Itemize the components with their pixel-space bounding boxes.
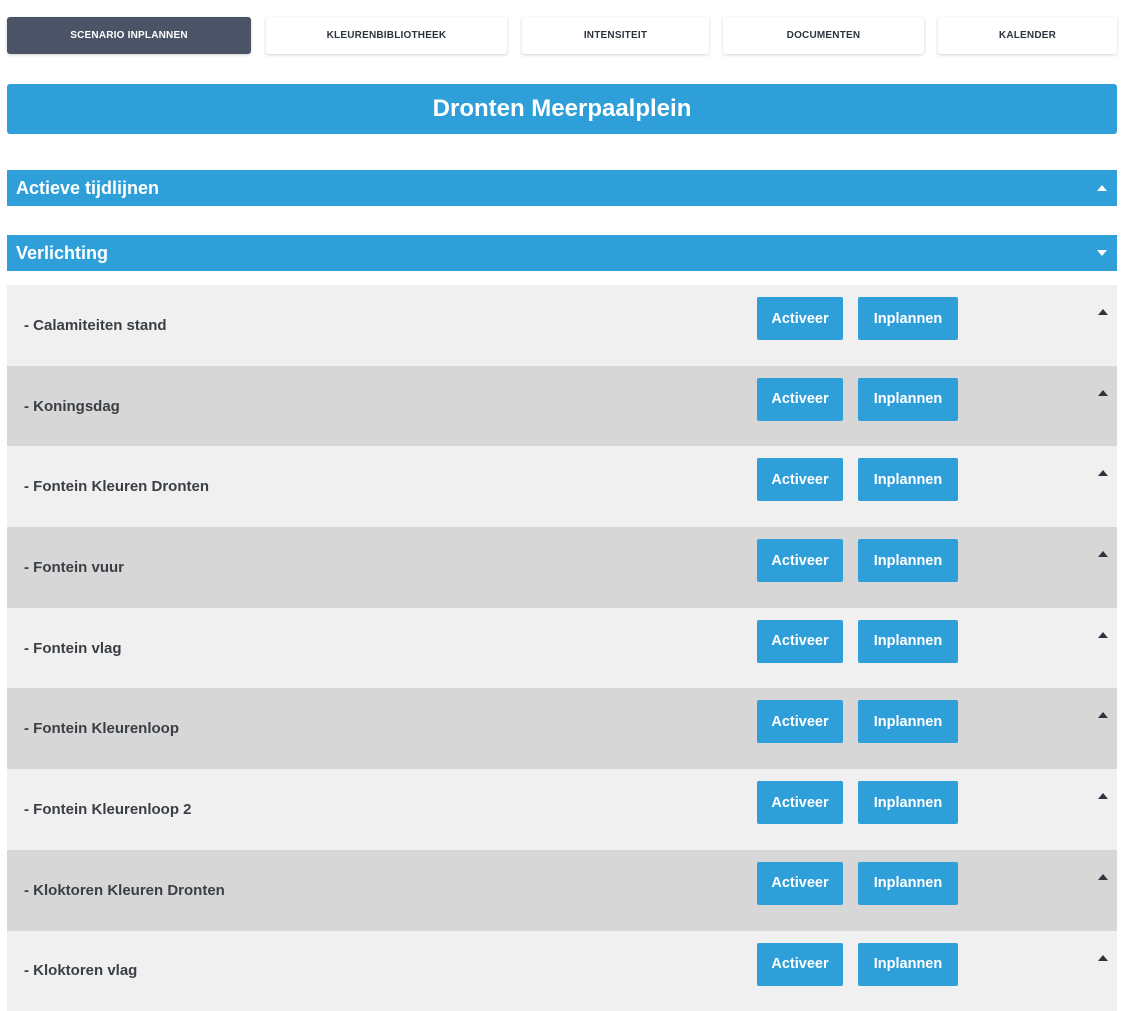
- caret-up-icon[interactable]: [1098, 632, 1108, 638]
- scenario-label: - Kloktoren vlag: [24, 962, 137, 979]
- scenario-row-kloktoren-kleuren-dronten: - Kloktoren Kleuren Dronten Activeer Inp…: [7, 850, 1117, 931]
- scenario-label: - Fontein Kleurenloop: [24, 720, 179, 737]
- activate-button[interactable]: Activeer: [757, 297, 843, 340]
- scenario-row-koningsdag: - Koningsdag Activeer Inplannen: [7, 366, 1117, 447]
- scenario-label: - Fontein vuur: [24, 559, 124, 576]
- scenario-row-calamiteiten-stand: - Calamiteiten stand Activeer Inplannen: [7, 285, 1117, 366]
- activate-button[interactable]: Activeer: [757, 539, 843, 582]
- section-lighting-label: Verlichting: [16, 243, 108, 264]
- activate-button[interactable]: Activeer: [757, 943, 843, 986]
- tab-documenten[interactable]: DOCUMENTEN: [723, 17, 924, 54]
- schedule-button[interactable]: Inplannen: [858, 862, 958, 905]
- activate-button[interactable]: Activeer: [757, 700, 843, 743]
- schedule-button[interactable]: Inplannen: [858, 943, 958, 986]
- scenario-label: - Fontein Kleurenloop 2: [24, 801, 192, 818]
- scenario-row-kloktoren-vlag: - Kloktoren vlag Activeer Inplannen: [7, 931, 1117, 1011]
- page-title: Dronten Meerpaalplein: [7, 84, 1117, 134]
- schedule-button[interactable]: Inplannen: [858, 620, 958, 663]
- scenario-label: - Kloktoren Kleuren Dronten: [24, 882, 225, 899]
- schedule-button[interactable]: Inplannen: [858, 700, 958, 743]
- scenario-row-fontein-kleurenloop: - Fontein Kleurenloop Activeer Inplannen: [7, 688, 1117, 769]
- caret-up-icon[interactable]: [1098, 874, 1108, 880]
- scenario-label: - Koningsdag: [24, 398, 120, 415]
- caret-up-icon[interactable]: [1098, 470, 1108, 476]
- section-active-timelines[interactable]: Actieve tijdlijnen: [7, 170, 1117, 206]
- schedule-button[interactable]: Inplannen: [858, 539, 958, 582]
- caret-up-icon[interactable]: [1098, 551, 1108, 557]
- activate-button[interactable]: Activeer: [757, 781, 843, 824]
- caret-up-icon[interactable]: [1098, 712, 1108, 718]
- schedule-button[interactable]: Inplannen: [858, 458, 958, 501]
- tab-scenario-inplannen[interactable]: SCENARIO INPLANNEN: [7, 17, 251, 54]
- caret-up-icon[interactable]: [1098, 793, 1108, 799]
- scenario-list: - Calamiteiten stand Activeer Inplannen …: [7, 285, 1117, 1011]
- caret-up-icon[interactable]: [1098, 955, 1108, 961]
- caret-up-icon[interactable]: [1098, 390, 1108, 396]
- scenario-row-fontein-vlag: - Fontein vlag Activeer Inplannen: [7, 608, 1117, 689]
- section-active-timelines-label: Actieve tijdlijnen: [16, 178, 159, 199]
- tab-kalender[interactable]: KALENDER: [938, 17, 1117, 54]
- scenario-row-fontein-vuur: - Fontein vuur Activeer Inplannen: [7, 527, 1117, 608]
- schedule-button[interactable]: Inplannen: [858, 781, 958, 824]
- schedule-button[interactable]: Inplannen: [858, 378, 958, 421]
- caret-up-icon[interactable]: [1098, 309, 1108, 315]
- activate-button[interactable]: Activeer: [757, 378, 843, 421]
- caret-up-icon[interactable]: [1097, 185, 1107, 191]
- scenario-label: - Fontein Kleuren Dronten: [24, 478, 209, 495]
- tab-intensiteit[interactable]: INTENSITEIT: [522, 17, 709, 54]
- schedule-button[interactable]: Inplannen: [858, 297, 958, 340]
- section-lighting[interactable]: Verlichting: [7, 235, 1117, 271]
- tab-bar: SCENARIO INPLANNEN KLEURENBIBLIOTHEEK IN…: [0, 0, 1123, 70]
- scenario-row-fontein-kleuren-dronten: - Fontein Kleuren Dronten Activeer Inpla…: [7, 446, 1117, 527]
- tab-kleurenbibliotheek[interactable]: KLEURENBIBLIOTHEEK: [266, 17, 507, 54]
- activate-button[interactable]: Activeer: [757, 862, 843, 905]
- scenario-label: - Calamiteiten stand: [24, 317, 167, 334]
- activate-button[interactable]: Activeer: [757, 458, 843, 501]
- activate-button[interactable]: Activeer: [757, 620, 843, 663]
- scenario-label: - Fontein vlag: [24, 640, 122, 657]
- caret-down-icon[interactable]: [1097, 250, 1107, 256]
- scenario-row-fontein-kleurenloop-2: - Fontein Kleurenloop 2 Activeer Inplann…: [7, 769, 1117, 850]
